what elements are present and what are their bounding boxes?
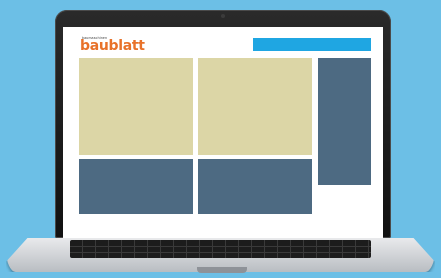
content-tile-4[interactable] [198, 159, 312, 214]
laptop-lid: baumaschinen baublatt [55, 10, 391, 238]
lid-notch [197, 267, 247, 273]
content-tile-1[interactable] [79, 58, 193, 155]
logo-wordmark: baublatt [80, 38, 145, 54]
site-logo[interactable]: baumaschinen baublatt [80, 36, 145, 53]
content-tile-3[interactable] [79, 159, 193, 214]
laptop-screen: baumaschinen baublatt [63, 27, 383, 238]
sidebar-tile[interactable] [318, 58, 371, 185]
keyboard [70, 240, 371, 258]
header-banner[interactable] [253, 38, 371, 51]
camera-dot [221, 14, 225, 18]
content-tile-2[interactable] [198, 58, 312, 155]
